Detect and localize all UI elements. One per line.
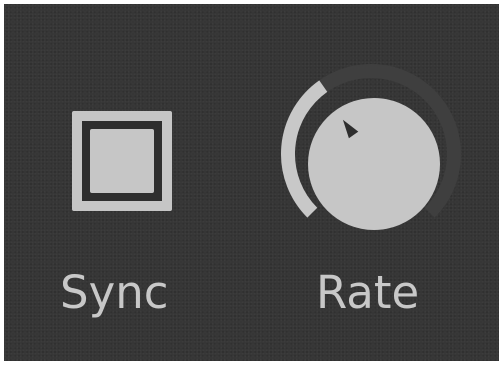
- rate-knob-graphic: [281, 64, 461, 230]
- device-panel: Sync Rate: [4, 4, 499, 361]
- sync-toggle-button[interactable]: [72, 111, 172, 211]
- rate-knob[interactable]: [266, 59, 476, 239]
- sync-toggle-indicator: [90, 129, 154, 193]
- rate-label: Rate: [316, 266, 420, 319]
- sync-toggle-frame: [82, 121, 162, 201]
- sync-label: Sync: [60, 266, 169, 319]
- rate-knob-body: [308, 98, 440, 230]
